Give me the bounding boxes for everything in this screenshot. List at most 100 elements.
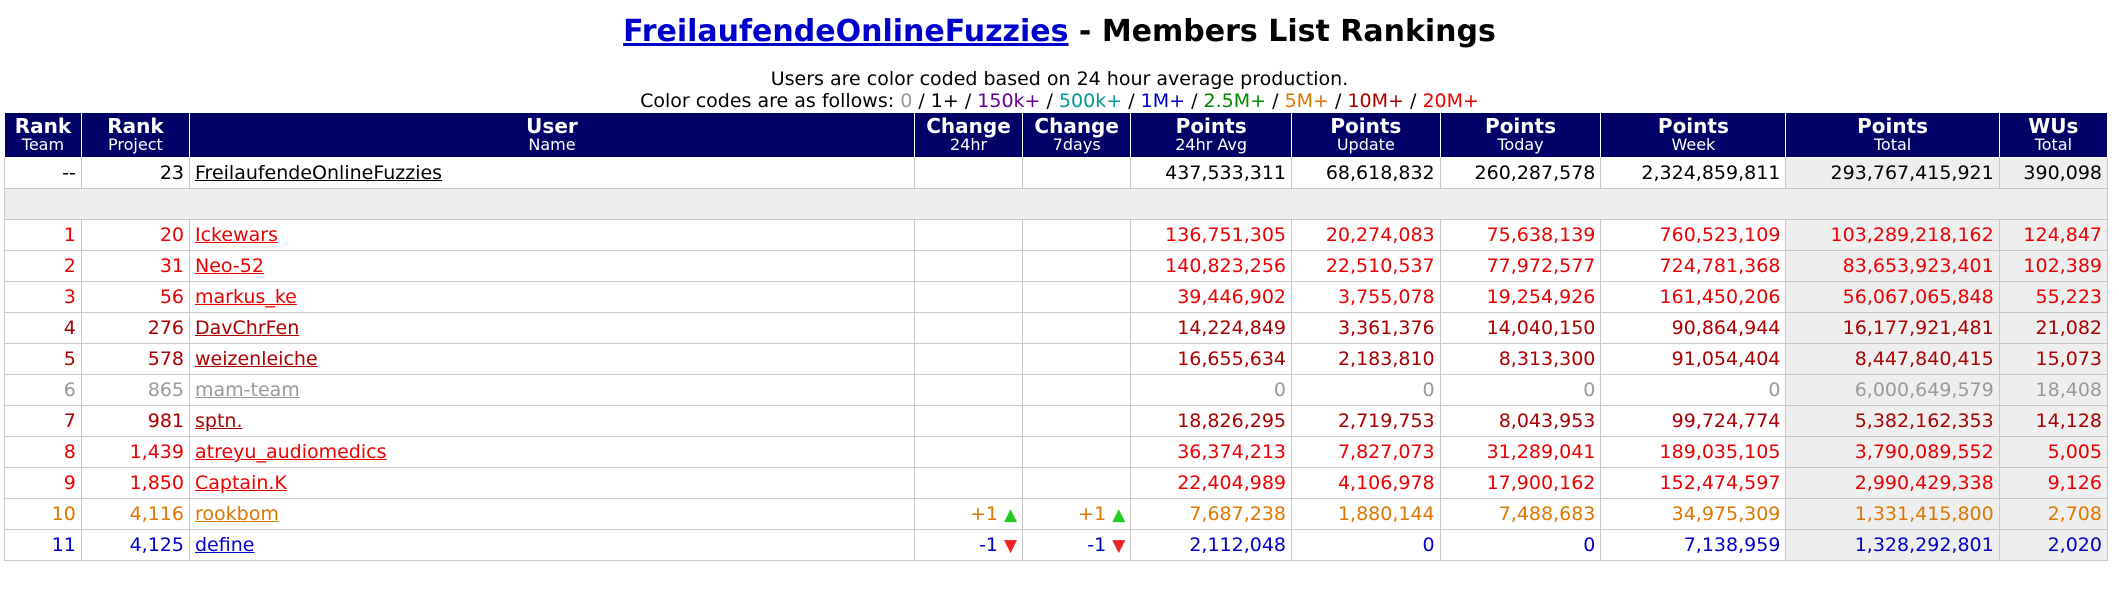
points-24hr-avg-cell: 7,687,238 xyxy=(1130,498,1293,530)
cell-value: 2,020 xyxy=(2047,534,2102,556)
user-name-link[interactable]: Captain.K xyxy=(195,472,287,494)
page-title: FreilaufendeOnlineFuzzies - Members List… xyxy=(0,12,2119,52)
points-24hr-avg-cell: 36,374,213 xyxy=(1130,436,1293,468)
change-7days-cell xyxy=(1022,467,1132,499)
cell-value: 152,474,597 xyxy=(1659,472,1781,494)
wus-total-cell: 2,708 xyxy=(1998,498,2109,530)
points-today-cell: 8,043,953 xyxy=(1439,405,1602,437)
member-row: 2 31 Neo-52 140,823,256 22,510,537 77,972,577… xyxy=(4,250,2109,282)
color-legend: Color codes are as follows: 0 / 1+ / 150… xyxy=(0,90,2119,112)
cell-value: 8,447,840,415 xyxy=(1854,348,1994,370)
cell-value: 14,128 xyxy=(2035,410,2102,432)
cell-value: 10 xyxy=(51,503,76,525)
change-7days-cell xyxy=(1022,219,1132,251)
wus-total-cell: 5,005 xyxy=(1998,436,2109,468)
cell-value: 3,790,089,552 xyxy=(1854,441,1994,463)
rank-project-cell: 865 xyxy=(80,374,191,406)
user-name-link[interactable]: define xyxy=(195,534,254,556)
change-24hr-cell xyxy=(913,436,1024,468)
cell-value: 31,289,041 xyxy=(1486,441,1596,463)
column-header-sub: Total xyxy=(2034,135,2073,154)
column-header-sub: Name xyxy=(528,135,576,154)
cell-value: 20 xyxy=(159,224,184,246)
wus-total-cell: 2,020 xyxy=(1998,529,2109,561)
cell-value: 23 xyxy=(159,162,184,184)
down-arrow-icon: ▼ xyxy=(1112,536,1126,556)
column-header: User Name xyxy=(189,112,915,158)
cell-value: 6,000,649,579 xyxy=(1854,379,1994,401)
change-value: +1 xyxy=(1078,503,1107,525)
change-7days-cell xyxy=(1022,281,1132,313)
cell-value: 15,073 xyxy=(2035,348,2102,370)
cell-value: 9 xyxy=(63,472,76,494)
points-week-cell: 189,035,105 xyxy=(1600,436,1787,468)
change-24hr-cell xyxy=(913,405,1024,437)
separator-cell xyxy=(4,188,2108,220)
cell-value: 22,510,537 xyxy=(1325,255,1435,277)
cell-value: 55,223 xyxy=(2035,286,2102,308)
legend-prefix: Color codes are as follows: xyxy=(640,90,901,112)
change-24hr-cell xyxy=(913,281,1024,313)
color-code: 20M+ xyxy=(1422,90,1479,112)
page-header: FreilaufendeOnlineFuzzies - Members List… xyxy=(0,12,2119,112)
points-24hr-avg-cell: 136,751,305 xyxy=(1130,219,1293,251)
cell-value: 5,382,162,353 xyxy=(1854,410,1994,432)
user-name-link[interactable]: mam-team xyxy=(195,379,300,401)
cell-value: 4,125 xyxy=(129,534,184,556)
user-name-link[interactable]: Ickewars xyxy=(195,224,278,246)
points-24hr-avg-cell: 140,823,256 xyxy=(1130,250,1293,282)
column-header: Points Update xyxy=(1291,112,1441,158)
change-24hr-cell: +1 ▲ xyxy=(913,498,1024,530)
user-name-link[interactable]: sptn. xyxy=(195,410,243,432)
points-update-cell: 7,827,073 xyxy=(1291,436,1441,468)
cell-value: 4,106,978 xyxy=(1337,472,1435,494)
cell-value: 5 xyxy=(63,348,76,370)
rank-team-cell: 1 xyxy=(4,219,82,251)
user-name-cell: sptn. xyxy=(189,405,915,437)
cell-value: 0 xyxy=(1422,379,1435,401)
user-name-cell: Ickewars xyxy=(189,219,915,251)
user-name-link[interactable]: weizenleiche xyxy=(195,348,318,370)
members-table: Rank Team Rank Project User Name Change 24hr Cha… xyxy=(4,112,2109,561)
color-code: 10M+ xyxy=(1347,90,1404,112)
cell-value: 437,533,311 xyxy=(1165,162,1287,184)
member-row: 7 981 sptn. 18,826,295 2,719,753 8,043,953 99,… xyxy=(4,405,2109,437)
user-name-link[interactable]: DavChrFen xyxy=(195,317,299,339)
user-name-link[interactable]: Neo-52 xyxy=(195,255,264,277)
team-link[interactable]: FreilaufendeOnlineFuzzies xyxy=(623,14,1068,49)
member-row: 4 276 DavChrFen 14,224,849 3,361,376 14,040,1… xyxy=(4,312,2109,344)
change-value: -1 xyxy=(1087,534,1107,556)
user-name-link[interactable]: markus_ke xyxy=(195,286,297,308)
cell-value: 103,289,218,162 xyxy=(1830,224,1994,246)
points-today-cell: 7,488,683 xyxy=(1439,498,1602,530)
cell-value: 34,975,309 xyxy=(1671,503,1781,525)
cell-value: 390,098 xyxy=(2023,162,2102,184)
cell-value: 22,404,989 xyxy=(1177,472,1287,494)
cell-value: 2,324,859,811 xyxy=(1641,162,1781,184)
points-week-cell: 99,724,774 xyxy=(1600,405,1787,437)
wus-total-cell: 14,128 xyxy=(1998,405,2109,437)
member-row: 9 1,850 Captain.K 22,404,989 4,106,978 17,900… xyxy=(4,467,2109,499)
user-name-cell: markus_ke xyxy=(189,281,915,313)
cell-value: 18,826,295 xyxy=(1177,410,1287,432)
cell-value: 0 xyxy=(1583,534,1596,556)
points-update-cell: 22,510,537 xyxy=(1291,250,1441,282)
user-name-link[interactable]: atreyu_audiomedics xyxy=(195,441,387,463)
cell-value: 14,224,849 xyxy=(1177,317,1287,339)
points-update-cell: 3,755,078 xyxy=(1291,281,1441,313)
points-24hr-avg-cell: 0 xyxy=(1130,374,1293,406)
points-today-cell: 0 xyxy=(1439,529,1602,561)
cell-value: 293,767,415,921 xyxy=(1830,162,1994,184)
rank-project-cell: 1,850 xyxy=(80,467,191,499)
rank-team-cell: 10 xyxy=(4,498,82,530)
points-today-cell: 260,287,578 xyxy=(1439,157,1602,189)
cell-value: 91,054,404 xyxy=(1671,348,1781,370)
team-name-link[interactable]: FreilaufendeOnlineFuzzies xyxy=(195,162,442,184)
points-total-cell: 2,990,429,338 xyxy=(1785,467,2000,499)
user-name-cell: atreyu_audiomedics xyxy=(189,436,915,468)
cell-value: -- xyxy=(62,162,76,184)
change-24hr-cell xyxy=(913,312,1024,344)
cell-value: 4 xyxy=(63,317,76,339)
user-name-link[interactable]: rookbom xyxy=(195,503,279,525)
points-24hr-avg-cell: 437,533,311 xyxy=(1130,157,1293,189)
